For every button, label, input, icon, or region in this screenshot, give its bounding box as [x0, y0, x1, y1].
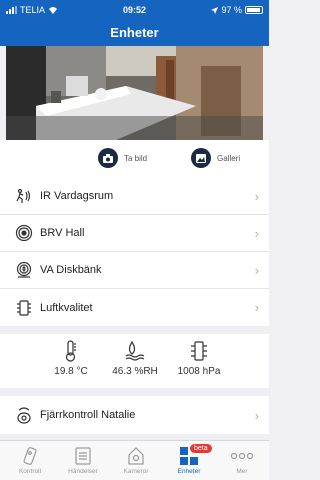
device-list: IR Vardagsrum › BRV Hall › VA Diskbänk ›… [0, 178, 269, 326]
tab-label: Kontroll [18, 468, 42, 475]
pressure-reading: 1008 hPa [169, 340, 229, 377]
take-photo-label: Ta bild [124, 153, 148, 163]
thermometer-icon [65, 340, 76, 362]
temperature-reading: 19.8 °C [41, 340, 101, 377]
tab-mer[interactable]: Mer [215, 446, 269, 475]
pressure-sensor-icon [191, 341, 207, 361]
take-photo-button[interactable]: Ta bild [98, 148, 147, 168]
water-alarm-icon [14, 260, 34, 280]
humidity-reading: 46.3 %RH [105, 340, 165, 377]
motion-sensor-icon [14, 186, 34, 206]
tab-kontroll[interactable]: Kontroll [3, 446, 57, 475]
chevron-right-icon: › [254, 189, 259, 204]
home-camera-icon [128, 447, 144, 465]
camera-live-view[interactable] [6, 46, 263, 140]
section-divider [0, 388, 269, 396]
more-dots-icon [230, 452, 254, 460]
device-row-ir-vardagsrum[interactable]: IR Vardagsrum › [0, 178, 269, 215]
chevron-right-icon: › [254, 300, 259, 315]
device-label: IR Vardagsrum [40, 190, 114, 202]
chevron-right-icon: › [254, 263, 259, 278]
device-row-brv-hall[interactable]: BRV Hall › [0, 215, 269, 252]
page-title: Enheter [0, 20, 269, 46]
status-bar: TELIA 09:52 97 % [0, 0, 269, 20]
remote-icon [23, 447, 37, 465]
smoke-detector-icon [14, 223, 34, 243]
device-label: VA Diskbänk [40, 264, 102, 276]
humidity-value: 46.3 %RH [112, 366, 158, 377]
air-quality-readings: 19.8 °C 46.3 %RH 1008 hPa [0, 334, 269, 388]
device-label: Luftkvalitet [40, 301, 93, 314]
pressure-value: 1008 hPa [177, 366, 221, 377]
tab-enheter[interactable]: beta Enheter [162, 444, 216, 475]
tab-label: Mer [236, 468, 248, 475]
tab-bar: Kontroll Händelser Kameror beta Enheter … [0, 440, 269, 480]
device-row-fjarrkontroll-natalie[interactable]: Fjärrkontroll Natalie › [0, 396, 269, 434]
beta-badge: beta [190, 444, 212, 453]
temperature-value: 19.8 °C [54, 366, 88, 377]
camera-actions: Ta bild Galleri [0, 140, 269, 178]
camera-icon [98, 148, 118, 168]
location-icon [211, 6, 219, 14]
air-quality-icon [14, 298, 34, 318]
device-label: BRV Hall [40, 227, 85, 239]
battery-percent: 97 % [221, 5, 242, 15]
gallery-button[interactable]: Galleri [191, 148, 240, 168]
humidity-icon [125, 340, 145, 361]
remote-control-icon [14, 405, 34, 425]
tab-kameror[interactable]: Kameror [109, 446, 163, 475]
tab-label: Kameror [123, 468, 149, 475]
tab-handelser[interactable]: Händelser [56, 446, 110, 475]
chevron-right-icon: › [254, 226, 259, 241]
device-row-va-diskbank[interactable]: VA Diskbänk › [0, 252, 269, 289]
tab-label: Händelser [68, 468, 98, 475]
device-label: Fjärrkontroll Natalie [40, 409, 136, 421]
gallery-label: Galleri [217, 153, 241, 163]
event-list-icon [75, 447, 91, 465]
tab-label: Enheter [177, 468, 201, 475]
device-row-luftkvalitet[interactable]: Luftkvalitet › [0, 289, 269, 326]
chevron-right-icon: › [254, 408, 259, 423]
battery-icon [245, 6, 263, 14]
battery-group: 97 % [211, 5, 263, 15]
gallery-icon [191, 148, 211, 168]
